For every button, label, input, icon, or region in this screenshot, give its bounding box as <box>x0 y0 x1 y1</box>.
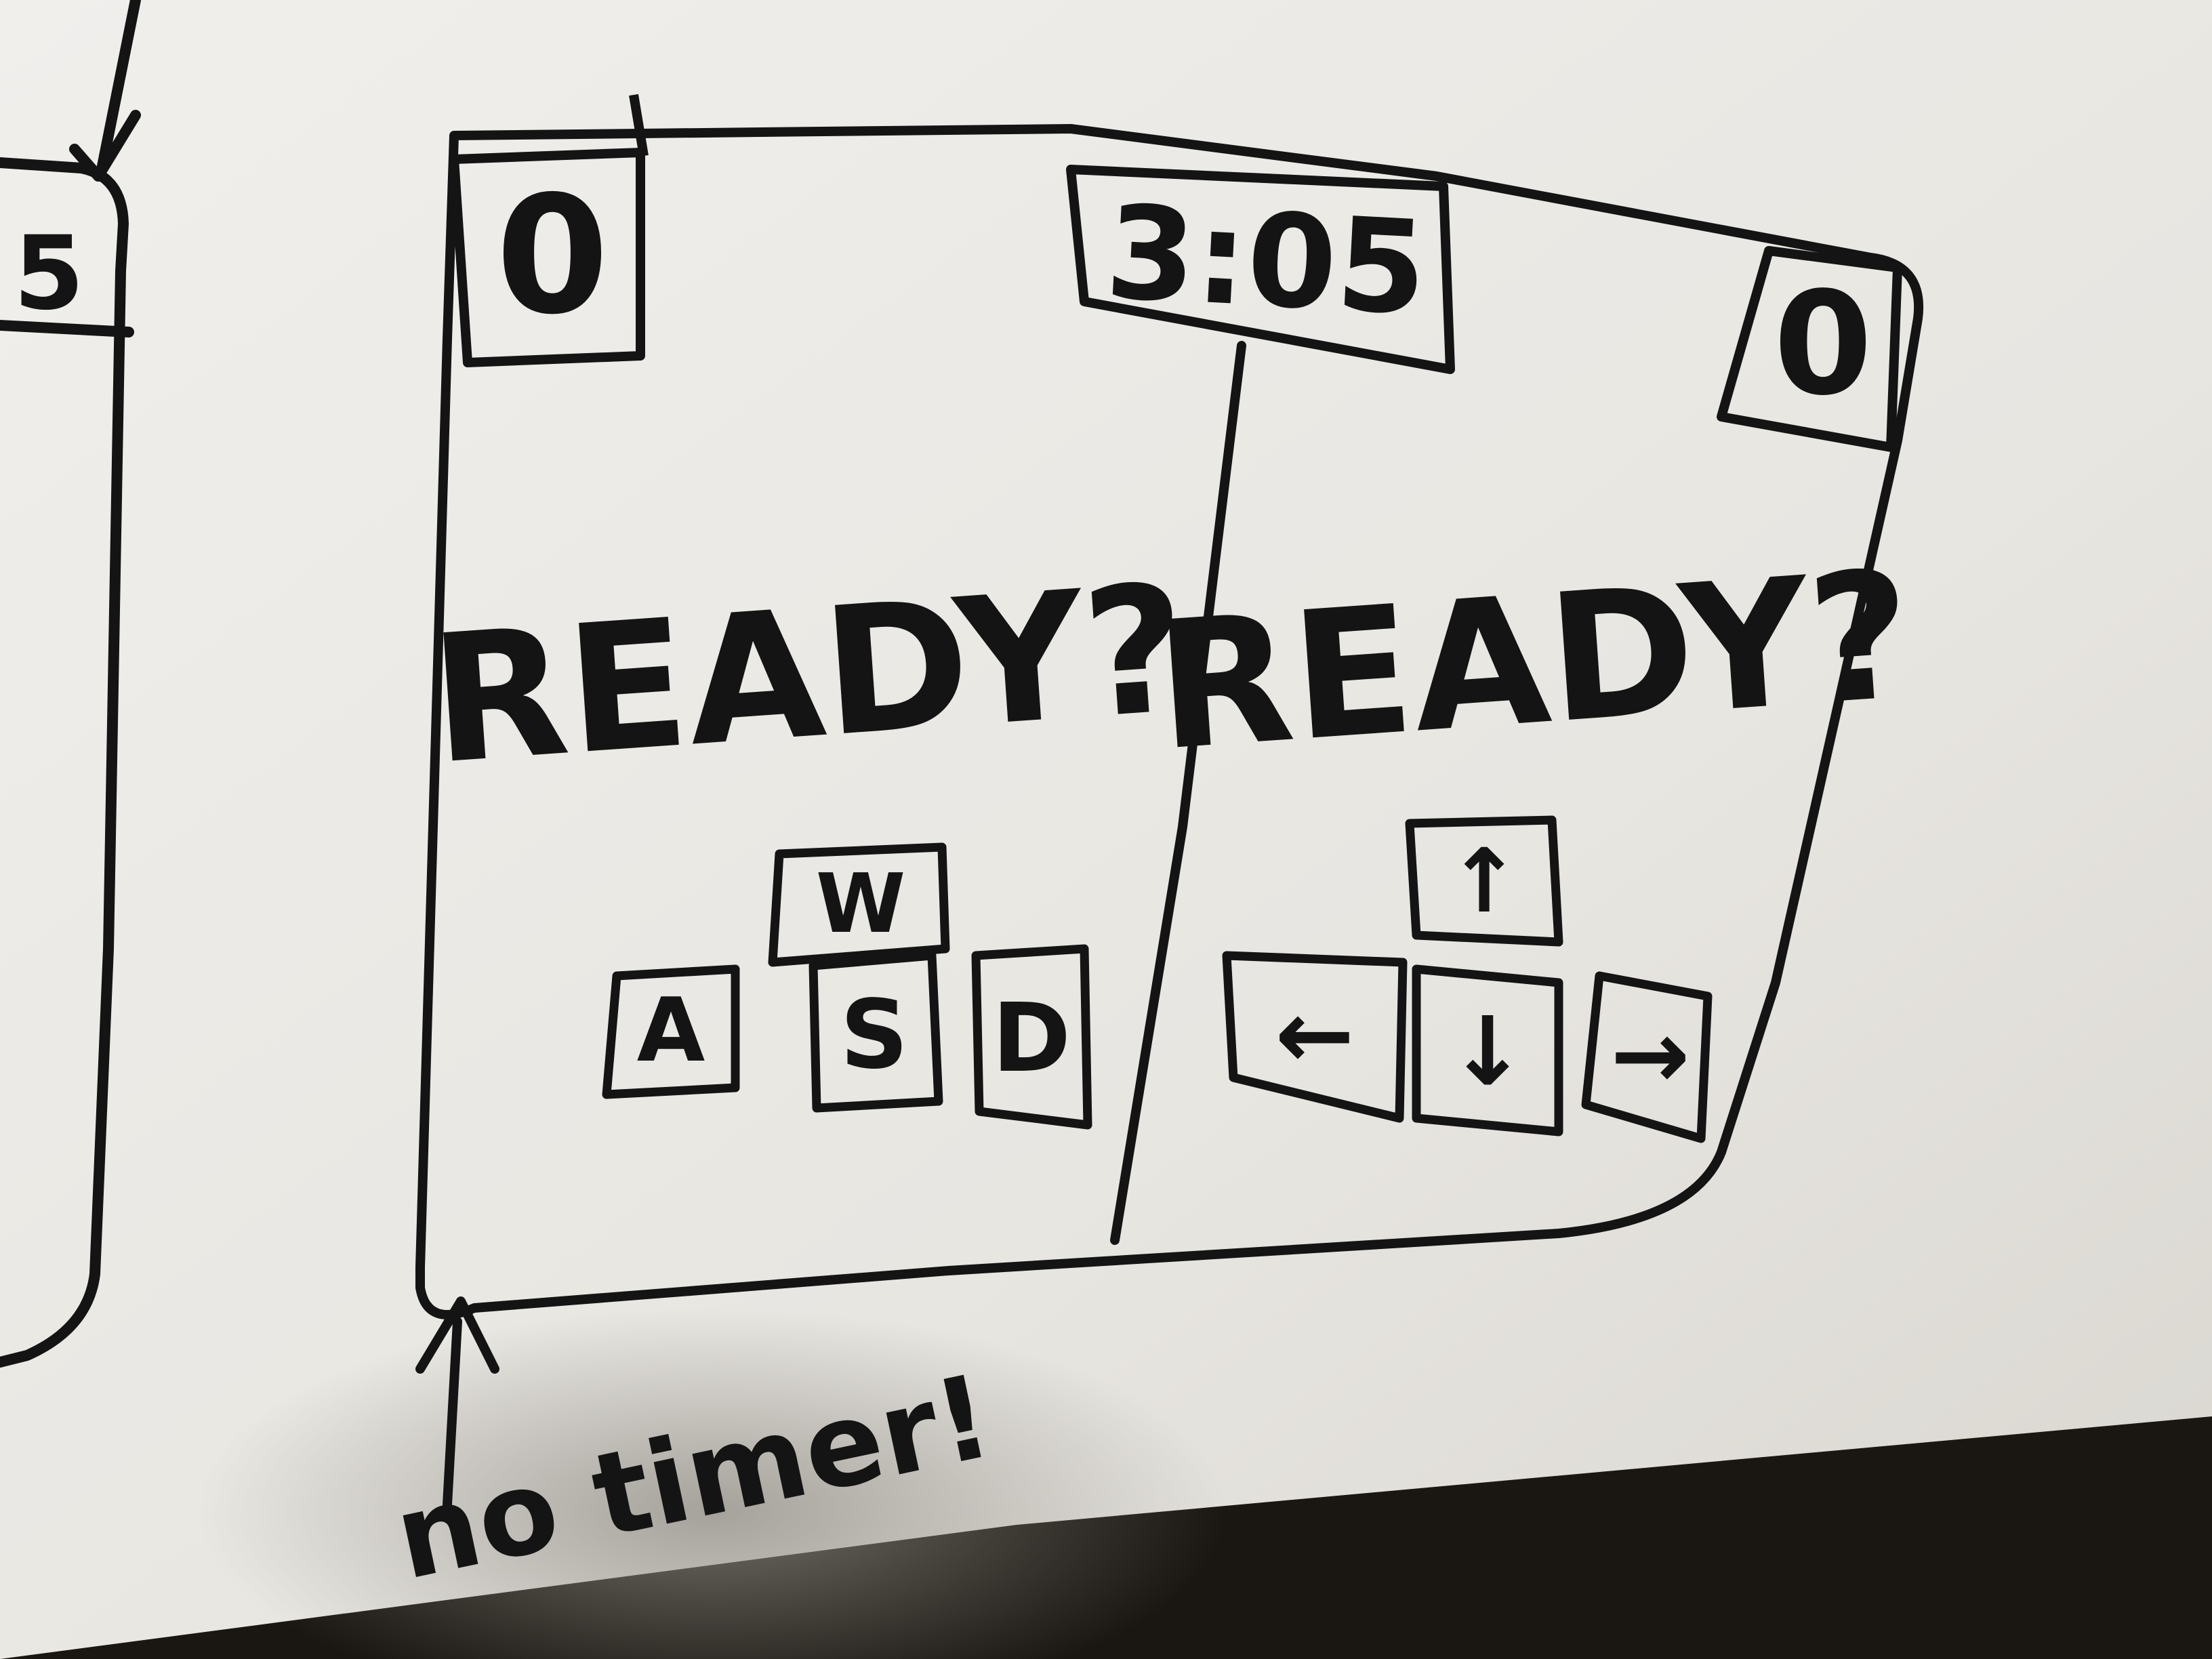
player1-score: 0 <box>496 161 609 350</box>
key-a-label: A <box>637 979 705 1082</box>
key-d-label: D <box>992 983 1071 1094</box>
key-left-label: ← <box>1275 980 1354 1090</box>
timer-display: 3:05 <box>1103 178 1431 344</box>
photo-scene: 5 0 3:05 0 READY? READY? W A S D ↑ ← ↓ →… <box>0 0 2212 1659</box>
key-down-label: ↓ <box>1448 997 1527 1107</box>
key-w-label: W <box>816 857 905 951</box>
player2-score: 0 <box>1774 261 1872 427</box>
key-right-label: → <box>1610 1000 1689 1111</box>
key-up-label: ↑ <box>1448 830 1521 933</box>
key-s-label: S <box>840 980 909 1090</box>
left-score-fragment: 5 <box>14 215 84 333</box>
